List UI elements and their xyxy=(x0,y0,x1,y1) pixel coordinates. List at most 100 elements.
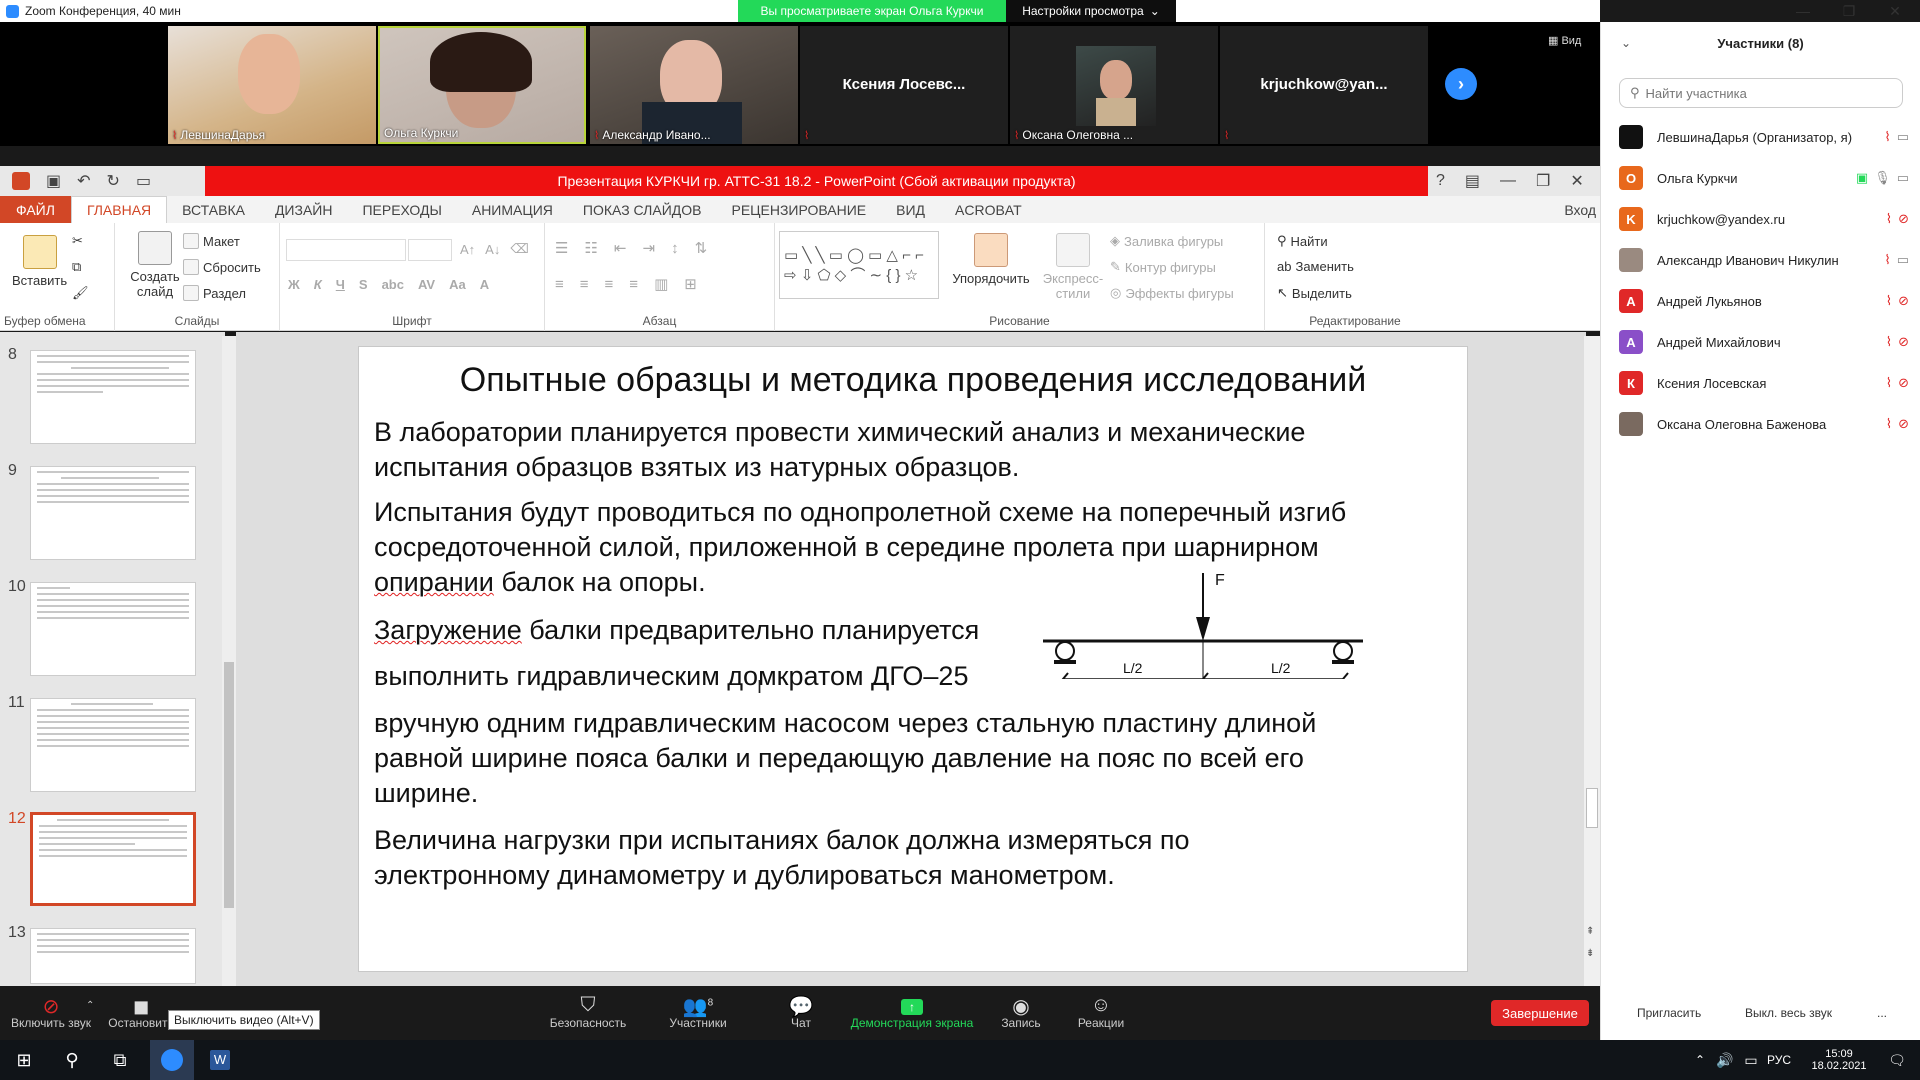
participant-row[interactable]: А Андрей Михайлович ⌇ ⊘ xyxy=(1619,327,1909,357)
tab-design[interactable]: ДИЗАЙН xyxy=(260,196,348,223)
tab-review[interactable]: РЕЦЕНЗИРОВАНИЕ xyxy=(716,196,881,223)
quick-styles-button[interactable]: Экспресс-стили xyxy=(1039,233,1107,301)
video-tile-1[interactable]: ⌇ ЛевшинаДарья xyxy=(168,26,376,144)
mic-muted-icon[interactable]: ⌇ xyxy=(1886,211,1892,227)
shape-fill-button[interactable]: ◈ Заливка фигуры xyxy=(1110,233,1223,249)
case-icon[interactable]: Aa xyxy=(449,277,466,292)
slide-title[interactable]: Опытные образцы и методика проведения ис… xyxy=(359,361,1467,400)
replace-button[interactable]: ab Заменить xyxy=(1277,259,1354,274)
tab-insert[interactable]: ВСТАВКА xyxy=(167,196,260,223)
align-right-icon[interactable]: ≡ xyxy=(605,276,614,293)
network-icon[interactable]: ▭ xyxy=(1740,1040,1762,1080)
zoom-taskbar-icon[interactable] xyxy=(150,1040,194,1080)
line-spacing-icon[interactable]: ↕ xyxy=(671,240,679,257)
minimize-icon[interactable]: — xyxy=(1500,172,1516,190)
shapes-gallery[interactable]: ▭ ╲ ╲ ▭ ◯ ▭ △ ⌐ ⌐ ⇨ ⇩ ⬠ ◇ ⌒ ∼ { } ☆ xyxy=(779,231,939,299)
bold-icon[interactable]: Ж xyxy=(288,277,300,292)
next-page-button[interactable]: › xyxy=(1445,68,1477,100)
tab-file[interactable]: ФАЙЛ xyxy=(0,196,71,223)
slide-thumbnail-9[interactable] xyxy=(30,466,196,560)
chat-button[interactable]: 💬 Чат xyxy=(770,994,832,1030)
shape-outline-button[interactable]: ✎ Контур фигуры xyxy=(1110,259,1216,275)
outdent-icon[interactable]: ⇥ xyxy=(642,239,655,257)
mic-muted-icon[interactable]: ⌇ xyxy=(1886,334,1892,350)
scroll-thumb[interactable] xyxy=(1586,788,1598,828)
strikethrough-icon[interactable]: abc xyxy=(382,277,404,292)
video-off-icon[interactable]: ⊘ xyxy=(1898,334,1909,350)
participant-row[interactable]: О Ольга Куркчи ▣ 🎙 ▭ xyxy=(1619,163,1909,193)
search-icon[interactable]: ⚲ xyxy=(52,1040,92,1080)
mic-muted-icon[interactable]: ⌇ xyxy=(1886,293,1892,309)
slide-paragraph-1[interactable]: В лаборатории планируется провести химич… xyxy=(374,415,1305,485)
task-view-icon[interactable]: ⧉ xyxy=(100,1040,140,1080)
video-icon[interactable]: ▭ xyxy=(1897,170,1909,186)
layout-button[interactable]: Макет xyxy=(183,233,240,249)
language-indicator[interactable]: РУС xyxy=(1764,1040,1794,1080)
slide-paragraph-6[interactable]: Величина нагрузки при испытаниях балок д… xyxy=(374,823,1190,893)
mic-muted-icon[interactable]: ⌇ xyxy=(1884,129,1890,145)
unmute-button[interactable]: ⊘ Включить звук xyxy=(8,994,94,1030)
notifications-icon[interactable]: 🗨 xyxy=(1880,1040,1914,1080)
ribbon-display-icon[interactable]: ▤ xyxy=(1465,171,1480,191)
tab-animations[interactable]: АНИМАЦИЯ xyxy=(457,196,568,223)
slide-thumbnail-11[interactable] xyxy=(30,698,196,792)
close-icon[interactable]: ✕ xyxy=(1872,0,1918,22)
select-button[interactable]: ↖ Выделить xyxy=(1277,285,1352,301)
reactions-button[interactable]: ☺ Реакции xyxy=(1068,994,1134,1030)
stop-video-button[interactable]: ◼ Остановить xyxy=(104,994,178,1030)
underline-icon[interactable]: Ч xyxy=(336,277,345,292)
mic-icon[interactable]: 🎙 xyxy=(1874,170,1891,186)
tab-view[interactable]: ВИД xyxy=(881,196,940,223)
slide-thumbnail-10[interactable] xyxy=(30,582,196,676)
video-off-icon[interactable]: ⊘ xyxy=(1898,416,1909,432)
copy-icon[interactable]: ⧉ xyxy=(72,259,81,275)
slide-paragraph-5[interactable]: вручную одним гидравлическим насосом чер… xyxy=(374,706,1316,811)
indent-icon[interactable]: ⇤ xyxy=(614,239,627,257)
restore-icon[interactable]: ❐ xyxy=(1536,171,1550,191)
participant-row[interactable]: К Ксения Лосевская ⌇ ⊘ xyxy=(1619,368,1909,398)
tab-acrobat[interactable]: ACROBAT xyxy=(940,196,1037,223)
font-color-icon[interactable]: A xyxy=(480,277,489,292)
new-slide-button[interactable]: Создать слайд xyxy=(125,231,185,299)
mic-muted-icon[interactable]: ⌇ xyxy=(1886,416,1892,432)
font-name-select[interactable] xyxy=(286,239,406,261)
word-taskbar-icon[interactable]: W xyxy=(198,1040,242,1080)
slide-paragraph-4[interactable]: выполнить гидравлическим домкратом ДГО–2… xyxy=(374,659,968,694)
find-button[interactable]: ⚲ Найти xyxy=(1277,233,1328,249)
columns-icon[interactable]: ▥ xyxy=(654,275,668,293)
view-options-button[interactable]: Настройки просмотра ⌄ xyxy=(1006,0,1176,22)
italic-icon[interactable]: К xyxy=(314,277,322,292)
redo-icon[interactable]: ↻ xyxy=(107,171,120,191)
shrink-font-icon[interactable]: A↓ xyxy=(485,242,500,257)
beam-diagram[interactable]: F L/2 L/2 xyxy=(1043,571,1373,679)
restore-icon[interactable]: ❐ xyxy=(1826,0,1872,22)
slide-thumbnail-8[interactable] xyxy=(30,350,196,444)
grow-font-icon[interactable]: A↑ xyxy=(460,242,475,257)
audio-options-caret[interactable]: ⌃ xyxy=(86,1000,94,1011)
close-icon[interactable]: ✕ xyxy=(1570,171,1583,191)
slide-paragraph-3[interactable]: Загружение балки предварительно планируе… xyxy=(374,613,979,648)
clear-format-icon[interactable]: ⌫ xyxy=(510,241,528,257)
arrange-button[interactable]: Упорядочить xyxy=(947,233,1035,286)
share-screen-button[interactable]: ↑ Демонстрация экрана xyxy=(848,994,976,1030)
participant-row[interactable]: А Андрей Лукьянов ⌇ ⊘ xyxy=(1619,286,1909,316)
tray-chevron-icon[interactable]: ⌃ xyxy=(1690,1040,1710,1080)
mic-muted-icon[interactable]: ⌇ xyxy=(1886,375,1892,391)
more-button[interactable]: ... xyxy=(1877,1006,1887,1020)
numbering-icon[interactable]: ☷ xyxy=(584,239,597,257)
next-slide-icon[interactable]: ⇟ xyxy=(1586,948,1594,959)
tab-slideshow[interactable]: ПОКАЗ СЛАЙДОВ xyxy=(568,196,717,223)
volume-icon[interactable]: 🔊 xyxy=(1714,1040,1736,1080)
signin-link[interactable]: Вход xyxy=(1549,196,1600,223)
video-tile-6[interactable]: krjuchkow@yan... ⌇ xyxy=(1220,26,1428,144)
font-size-select[interactable] xyxy=(408,239,452,261)
tab-transitions[interactable]: ПЕРЕХОДЫ xyxy=(347,196,456,223)
participant-row[interactable]: Оксана Олеговна Баженова ⌇ ⊘ xyxy=(1619,409,1909,439)
participant-row[interactable]: Kkrjuchkow@yandex.ru ⌇ ⊘ xyxy=(1619,204,1909,234)
shape-effects-button[interactable]: ◎ Эффекты фигуры xyxy=(1110,285,1234,301)
cut-icon[interactable]: ✂ xyxy=(72,233,83,249)
video-tile-2[interactable]: Ольга Куркчи xyxy=(378,26,586,144)
security-button[interactable]: ⛉ Безопасность xyxy=(545,994,631,1030)
minimize-icon[interactable]: — xyxy=(1780,0,1826,22)
participant-search-input[interactable]: ⚲ Найти участника xyxy=(1619,78,1903,108)
